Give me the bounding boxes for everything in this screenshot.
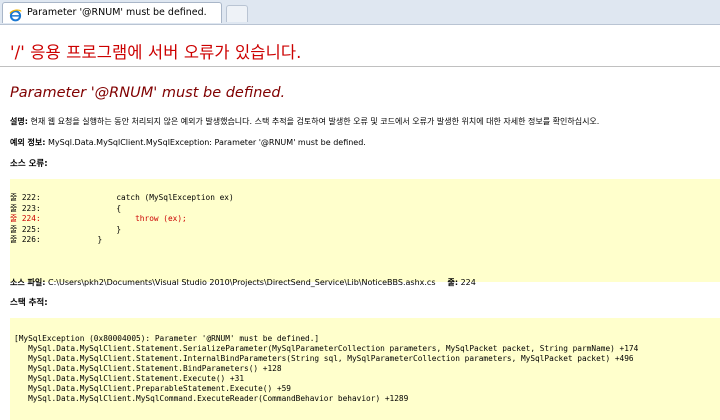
divider — [0, 66, 720, 67]
source-line: 줄 226: } — [10, 235, 102, 246]
source-line-number: 줄 223: — [10, 203, 41, 213]
internet-explorer-icon — [9, 7, 22, 22]
source-file-line: 소스 파일: C:\Users\pkh2\Documents\Visual St… — [10, 277, 476, 288]
source-line: 줄 222: catch (MySqlException ex) — [10, 193, 234, 204]
source-line-code: } — [60, 224, 122, 234]
source-line-code: catch (MySqlException ex) — [60, 193, 234, 202]
error-heading: Parameter '@RNUM' must be defined. — [10, 85, 286, 101]
line-label: 줄: — [447, 278, 459, 287]
source-line-number: 줄 222: — [10, 193, 41, 202]
source-error-heading: 소스 오류: — [10, 157, 48, 169]
description-text: 현재 웹 요청을 실행하는 동안 처리되지 않은 예외가 발생했습니다. 스택 … — [27, 117, 600, 126]
source-line: 줄 225: } — [10, 224, 121, 236]
source-line-code: } — [60, 235, 103, 244]
description-line: 설명: 현재 웹 요청을 실행하는 동안 처리되지 않은 예외가 발생했습니다.… — [10, 116, 599, 127]
exception-text: MySql.Data.MySqlClient.MySqlException: P… — [45, 138, 366, 147]
line-number: 224 — [458, 278, 476, 287]
browser-tab-strip: Parameter '@RNUM' must be defined. — [0, 0, 720, 25]
description-label: 설명: — [10, 117, 28, 126]
stack-trace-box: [MySqlException (0x80004005): Parameter … — [10, 318, 720, 420]
source-error-label: 소스 오류: — [10, 159, 48, 169]
source-line-error: 줄 224: throw (ex); — [10, 214, 187, 225]
stack-trace-label: 스택 추적: — [10, 298, 48, 308]
exception-details-line: 예외 정보: MySql.Data.MySqlClient.MySqlExcep… — [10, 137, 366, 148]
browser-tab[interactable]: Parameter '@RNUM' must be defined. — [2, 2, 222, 23]
source-line-number: 줄 224: — [10, 214, 41, 223]
source-file-path: C:\Users\pkh2\Documents\Visual Studio 20… — [45, 278, 436, 287]
stack-trace-heading: 스택 추적: — [10, 296, 48, 308]
source-code-block: 줄 222: catch (MySqlException ex) 줄 223: … — [10, 193, 234, 246]
source-line-code: throw (ex); — [60, 214, 187, 223]
source-file-label: 소스 파일: — [10, 278, 46, 287]
new-tab-button[interactable] — [226, 5, 248, 22]
tab-title: Parameter '@RNUM' must be defined. — [27, 7, 207, 18]
exception-label: 예외 정보: — [10, 138, 46, 147]
source-line: 줄 223: { — [10, 203, 121, 215]
source-error-box: 줄 222: catch (MySqlException ex) 줄 223: … — [10, 179, 720, 282]
stack-trace-text: [MySqlException (0x80004005): Parameter … — [14, 334, 639, 403]
error-page: '/' 응용 프로그램에 서버 오류가 있습니다. Parameter '@RN… — [0, 24, 720, 420]
app-error-title: '/' 응용 프로그램에 서버 오류가 있습니다. — [10, 43, 302, 62]
source-line-number: 줄 226: — [10, 235, 41, 244]
source-line-number: 줄 225: — [10, 224, 41, 234]
source-line-code: { — [60, 203, 122, 213]
